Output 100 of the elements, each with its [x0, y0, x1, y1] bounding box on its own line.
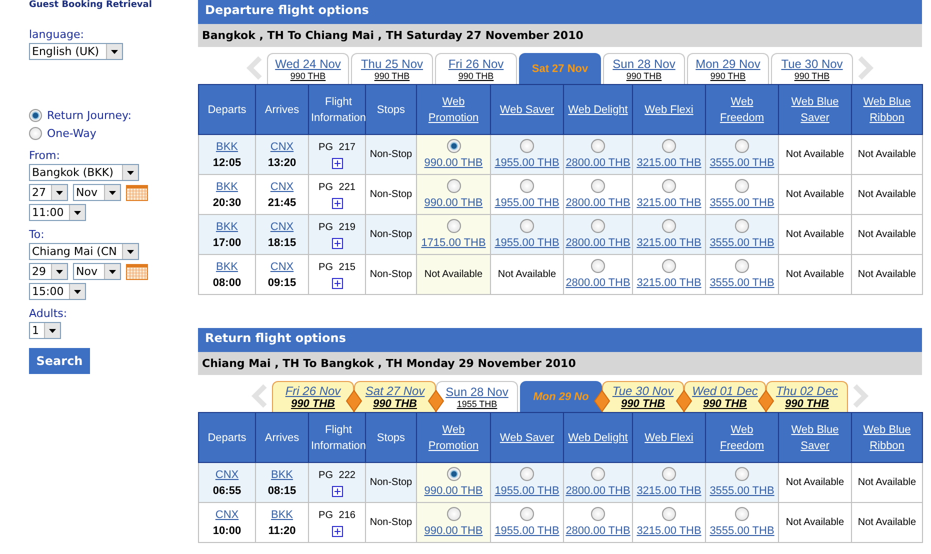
fare-radio[interactable] [662, 466, 676, 480]
tab-date-link[interactable]: Thu 25 Nov [360, 57, 424, 71]
fare-radio[interactable] [735, 178, 749, 192]
tab-date-link[interactable]: Tue 30 Nov [781, 57, 843, 71]
airport-code-link[interactable]: BKK [270, 466, 293, 482]
expand-plus-icon[interactable] [332, 198, 342, 209]
fare-radio[interactable] [520, 506, 534, 520]
fare-radio[interactable] [446, 218, 460, 232]
airport-code-link[interactable]: BKK [216, 218, 238, 234]
date-tab[interactable]: Sat 27 Nov 990 THB [354, 381, 436, 412]
fare-radio[interactable] [591, 218, 605, 232]
select-field[interactable]: 29 [29, 263, 68, 280]
airport-code-link[interactable]: CNX [215, 506, 239, 522]
calendar-icon[interactable] [126, 264, 148, 280]
tab-date-link[interactable]: Tue 30 Nov [612, 384, 674, 398]
tab-date-link[interactable]: Thu 02 Dec [776, 384, 838, 398]
fare-radio[interactable] [662, 138, 676, 152]
expand-plus-icon[interactable] [332, 278, 342, 289]
tab-price: 990 THB [290, 398, 336, 410]
fare-radio[interactable] [735, 466, 749, 480]
column-heading: Flight Information [311, 422, 366, 454]
airport-code-link[interactable]: CNX [270, 138, 294, 154]
not-available-text: Not Available [858, 477, 916, 488]
airport-code-link[interactable]: BKK [216, 138, 238, 154]
calendar-icon[interactable] [126, 184, 148, 200]
fare-radio[interactable] [520, 218, 534, 232]
airport-code-link[interactable]: BKK [216, 178, 238, 194]
airport-code-link[interactable]: CNX [270, 218, 294, 234]
tab-date-link[interactable]: Sun 28 Nov [612, 57, 676, 71]
fare-radio[interactable] [446, 466, 460, 480]
flight-number: PG 217 [318, 141, 356, 155]
fare-radio[interactable] [662, 506, 676, 520]
expand-plus-icon[interactable] [332, 486, 342, 497]
date-tab[interactable]: Sun 28 Nov 990 THB [603, 53, 685, 84]
fare-radio[interactable] [662, 178, 676, 192]
promo-diamond-icon [676, 390, 692, 412]
airport-code-link[interactable]: BKK [270, 506, 293, 522]
column-heading: Stops [376, 430, 406, 446]
select-field[interactable]: Nov [73, 263, 121, 280]
airport-code-link[interactable]: BKK [216, 258, 238, 274]
date-tab[interactable]: Thu 25 Nov 990 THB [351, 53, 433, 84]
stops-text: Non-Stop [370, 517, 412, 528]
fare-radio[interactable] [446, 178, 460, 192]
fare-radio[interactable] [591, 258, 605, 272]
fare-radio[interactable] [520, 138, 534, 152]
select-field[interactable]: Nov [73, 184, 121, 201]
column-heading: Departs [208, 430, 246, 446]
select-field[interactable]: English (UK) [29, 43, 123, 60]
tab-date-link[interactable]: Sat 27 Nov [365, 384, 425, 398]
fare-radio[interactable] [662, 218, 676, 232]
fare-radio[interactable] [446, 138, 460, 152]
fare-radio[interactable] [520, 178, 534, 192]
fare-radio[interactable] [591, 466, 605, 480]
expand-plus-icon[interactable] [332, 238, 342, 249]
language-label: language: [29, 28, 84, 41]
date-tab[interactable]: Wed 24 Nov 990 THB [267, 53, 349, 84]
expand-plus-icon[interactable] [332, 158, 342, 169]
fare-radio[interactable] [591, 138, 605, 152]
select-field[interactable]: 27 [29, 184, 68, 201]
fare-radio[interactable] [735, 138, 749, 152]
select-field[interactable]: 11:00 [29, 204, 86, 221]
promo-diamond-icon [346, 390, 362, 412]
fare-radio[interactable] [591, 506, 605, 520]
airport-code-link[interactable]: CNX [215, 466, 239, 482]
tab-price: 990 THB [620, 398, 666, 410]
fare-radio[interactable] [446, 506, 460, 520]
fare-radio[interactable] [591, 178, 605, 192]
tab-date-link[interactable]: Wed 01 Dec [692, 384, 758, 398]
date-tab[interactable]: Tue 30 Nov 990 THB [602, 381, 684, 412]
select-field[interactable]: Bangkok (BKK) [29, 164, 139, 181]
airport-code-link[interactable]: CNX [270, 258, 294, 274]
fare-radio[interactable] [735, 218, 749, 232]
not-available-text: Not Available [786, 149, 844, 160]
date-tab[interactable]: Sun 28 Nov 1955 THB [436, 381, 518, 412]
date-tab[interactable]: Fri 26 Nov 990 THB [272, 381, 354, 412]
date-tab[interactable]: Wed 01 Dec 990 THB [684, 381, 766, 412]
date-tab[interactable]: Tue 30 Nov 990 THB [771, 53, 853, 84]
date-tab[interactable]: Thu 02 Dec 990 THB [766, 381, 848, 412]
search-button[interactable]: Search [29, 348, 90, 374]
journey-radio[interactable] [29, 109, 42, 122]
airport-code-link[interactable]: CNX [270, 178, 294, 194]
fare-radio[interactable] [735, 258, 749, 272]
select-field[interactable]: 15:00 [29, 283, 86, 300]
select-field[interactable]: Chiang Mai (CN [29, 243, 139, 260]
tab-date-link[interactable]: Fri 26 Nov [285, 384, 341, 398]
fare-radio[interactable] [662, 258, 676, 272]
journey-radio[interactable] [29, 127, 42, 140]
departure-time: 06:55 [212, 484, 242, 498]
tab-date-link[interactable]: Fri 26 Nov [448, 57, 504, 71]
fare-radio[interactable] [520, 466, 534, 480]
expand-plus-icon[interactable] [332, 526, 342, 537]
date-tab[interactable]: Mon 29 Nov 990 THB [687, 53, 769, 84]
tab-date-link[interactable]: Sun 28 Nov [446, 385, 508, 399]
tab-date-link[interactable]: Wed 24 Nov [275, 57, 341, 71]
column-heading: Stops [376, 102, 406, 118]
fare-radio[interactable] [735, 506, 749, 520]
select-field[interactable]: 1 [29, 322, 61, 339]
arrival-time: 21:45 [268, 196, 296, 210]
date-tab[interactable]: Fri 26 Nov 990 THB [435, 53, 517, 84]
tab-date-link[interactable]: Mon 29 Nov [696, 57, 760, 71]
